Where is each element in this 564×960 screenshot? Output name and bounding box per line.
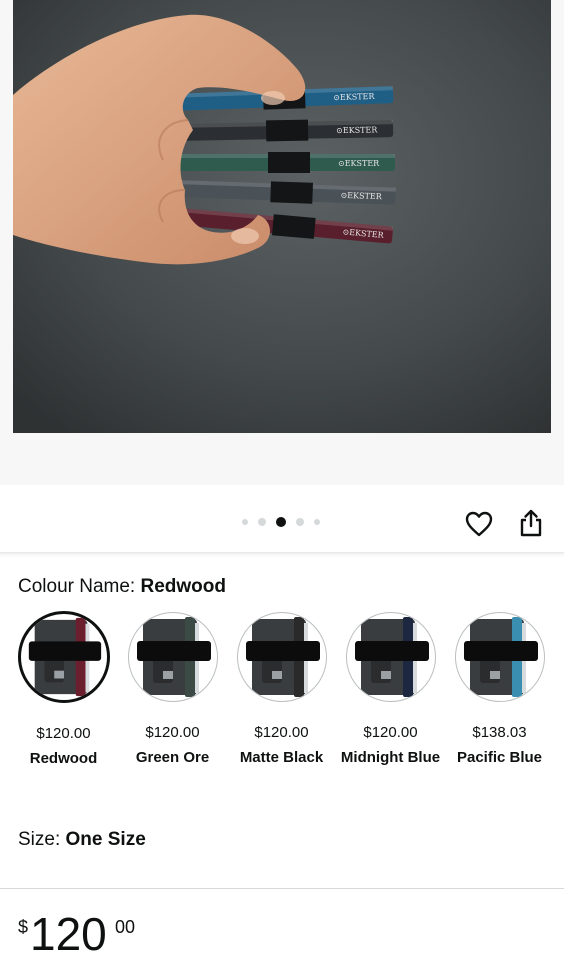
size-value: One Size [65, 829, 146, 850]
swatch-name: Green Ore [135, 749, 210, 766]
page-dot[interactable] [296, 518, 304, 526]
swatch-thumbnail[interactable] [127, 612, 218, 702]
share-button[interactable] [515, 509, 547, 541]
swatch-thumbnail[interactable] [454, 612, 545, 702]
section-divider [0, 552, 564, 558]
price-fraction: 00 [115, 917, 136, 937]
swatch-name: Pacific Blue [456, 749, 543, 766]
gallery-controls [0, 485, 564, 555]
swatch-price: $120.00 [36, 725, 91, 742]
favourite-button[interactable] [463, 510, 495, 542]
selected-colour: Redwood [140, 576, 227, 597]
swatch-matte-black[interactable]: $120.00 Matte Black [227, 612, 336, 766]
swatch-price: $120.00 [363, 724, 418, 741]
price-whole: 120 [30, 908, 107, 960]
wallet-thumbnail-icon [354, 617, 429, 697]
page-dot[interactable] [242, 519, 248, 525]
colour-name-row: Colour Name: Redwood [18, 576, 226, 598]
price-currency: $ [18, 917, 29, 937]
swatch-thumbnail[interactable] [236, 612, 327, 702]
swatch-midnight-blue[interactable]: $120.00 Midnight Blue [336, 612, 445, 766]
share-icon [519, 509, 543, 542]
swatch-green-ore[interactable]: $120.00 Green Ore [118, 612, 227, 766]
svg-text:⊙EKSTER: ⊙EKSTER [340, 191, 382, 201]
swatch-price: $120.00 [254, 724, 309, 741]
product-image-area[interactable]: ⊙EKSTER ⊙EKSTER ⊙EKSTER ⊙EKSTER ⊙EKSTER [0, 0, 564, 485]
colour-swatches: $120.00 Redwood $120.00 Green Ore $120.0… [0, 611, 564, 772]
swatch-price: $120.00 [145, 724, 200, 741]
page-dot[interactable] [258, 518, 266, 526]
wallet-thumbnail-icon [245, 617, 320, 697]
svg-text:⊙EKSTER: ⊙EKSTER [338, 159, 380, 168]
page-dot[interactable] [314, 519, 320, 525]
wallet-thumbnail-icon [28, 617, 101, 697]
swatch-name: Matte Black [239, 749, 324, 766]
size-row: Size: One Size [18, 829, 146, 851]
page-dot-active[interactable] [276, 517, 286, 527]
swatch-price: $138.03 [472, 724, 527, 741]
swatch-name: Redwood [29, 750, 98, 767]
swatch-pacific-blue[interactable]: $138.03 Pacific Blue [445, 612, 554, 766]
heart-icon [465, 511, 493, 542]
wallet-thumbnail-icon [136, 617, 211, 697]
swatch-name: Midnight Blue [340, 749, 441, 766]
swatch-thumbnail[interactable] [17, 611, 110, 703]
size-label: Size: [18, 829, 61, 850]
wallet-thumbnail-icon [463, 617, 538, 697]
gallery-pager[interactable] [237, 517, 325, 527]
colour-label: Colour Name: [18, 576, 136, 597]
svg-text:⊙EKSTER: ⊙EKSTER [336, 125, 378, 135]
swatch-thumbnail[interactable] [345, 612, 436, 702]
swatch-redwood[interactable]: $120.00 Redwood [9, 611, 118, 767]
svg-text:⊙EKSTER: ⊙EKSTER [333, 92, 375, 102]
divider [0, 888, 564, 889]
product-image[interactable]: ⊙EKSTER ⊙EKSTER ⊙EKSTER ⊙EKSTER ⊙EKSTER [13, 0, 551, 433]
